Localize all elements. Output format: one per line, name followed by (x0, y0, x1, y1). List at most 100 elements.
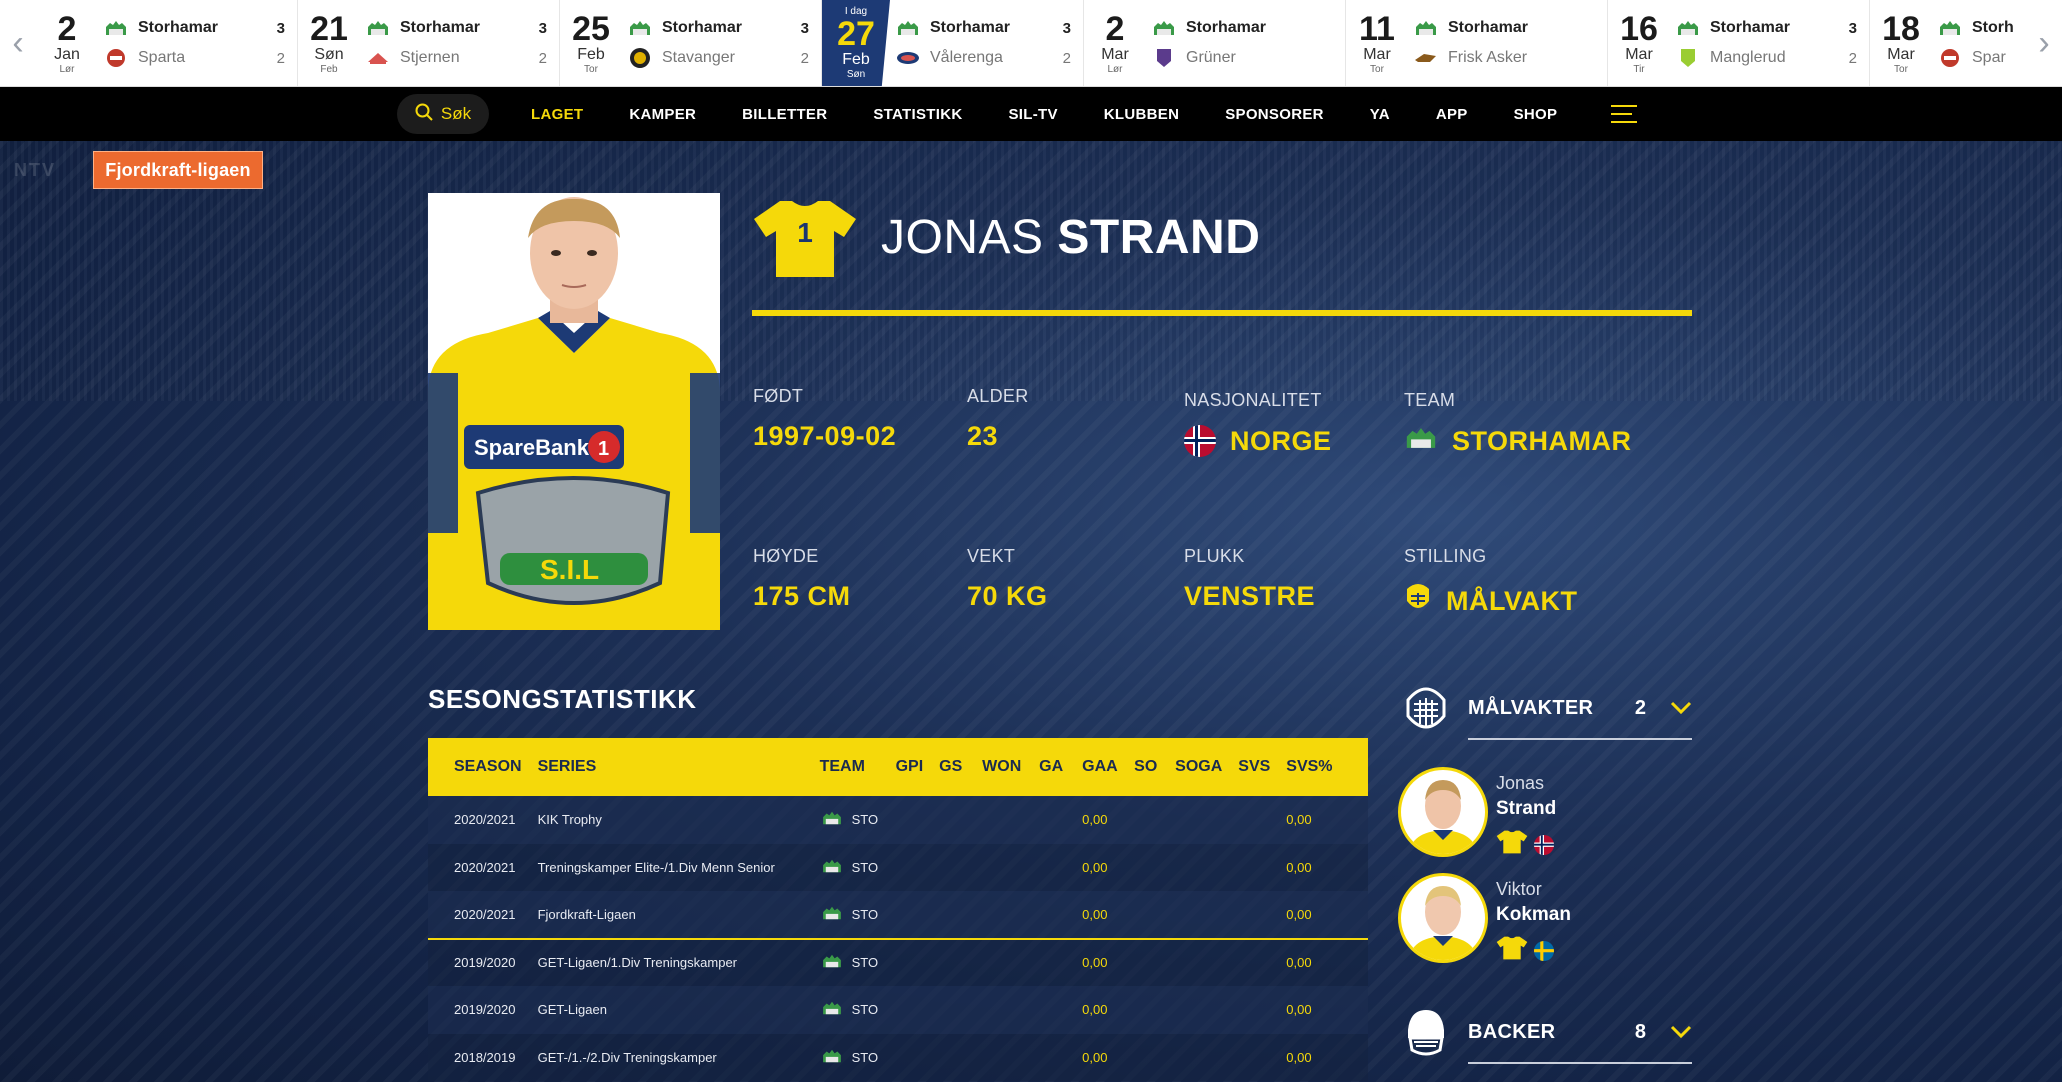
norway-flag-icon (1534, 834, 1554, 855)
goalie-helmet-icon (1404, 682, 1448, 734)
nav-item-kamper[interactable]: KAMPER (629, 106, 696, 123)
match-date: 2 Jan Lør (36, 0, 98, 86)
away-team: Stjernen (400, 49, 460, 66)
fact-catch: PLUKK VENSTRE (1184, 546, 1315, 612)
storhamar-logo-icon (1152, 18, 1176, 38)
section-title: SESONGSTATISTIKK (428, 684, 697, 714)
cell-gaa: 0,00 (1082, 955, 1108, 971)
jersey-number: 1 (797, 217, 813, 248)
column-header[interactable]: GA (1031, 738, 1074, 796)
fact-label: HØYDE (753, 546, 819, 566)
column-header[interactable]: SVS (1230, 738, 1278, 796)
column-header[interactable]: GAA (1074, 738, 1126, 796)
cell-svs-pct: 0,00 (1286, 1002, 1312, 1018)
fact-label: VEKT (967, 546, 1016, 566)
table-row: 2019/2020 GET-Ligaen STO 0,00 0,00 (428, 986, 1368, 1034)
roster-player-card[interactable]: Jonas Strand (1398, 767, 1556, 859)
cell-team: STO (851, 1002, 879, 1018)
jersey-number-icon: 1 (752, 199, 858, 279)
nav-item-shop[interactable]: SHOP (1514, 106, 1558, 123)
match-day: 16 (1620, 9, 1658, 48)
away-team: Sparta (138, 49, 186, 66)
chevron-down-icon[interactable] (1670, 701, 1692, 715)
storhamar-logo-icon (104, 18, 128, 38)
match-item[interactable]: 11 Mar Tor Storhamar Frisk Asker (1346, 0, 1608, 86)
chevron-right-icon[interactable]: › (2026, 0, 2062, 86)
column-header[interactable]: SOGA (1167, 738, 1230, 796)
broadcaster-watermark: NTV (14, 160, 56, 180)
league-badge[interactable]: Fjordkraft-ligaen (93, 151, 263, 189)
player-first-name: Jonas (1496, 773, 1545, 793)
column-header[interactable]: GPI (888, 738, 932, 796)
cell-gaa: 0,00 (1082, 812, 1108, 828)
match-weekday: Tor (584, 63, 598, 75)
roster-group-goalies[interactable]: MÅLVAKTER 2 (1404, 678, 1692, 740)
home-score: 3 (1062, 19, 1071, 37)
player-first-name: Viktor (1496, 879, 1542, 899)
match-strip: ‹ 2 Jan Lør Storhamar 3 Sparta 2 21 Søn Fe… (0, 0, 2062, 87)
player-last-name: Strand (1496, 798, 1557, 819)
away-team: Grüner (1186, 49, 1236, 66)
match-item[interactable]: 2 Mar Lør Storhamar Grüner (1084, 0, 1346, 86)
column-header[interactable]: GS (931, 738, 974, 796)
group-label: BACKER (1468, 1020, 1556, 1043)
hamburger-menu-icon[interactable] (1611, 105, 1638, 123)
cell-series: GET-Ligaen (537, 1002, 607, 1018)
match-item[interactable]: 21 Søn Feb Storhamar 3 Stjernen 2 (298, 0, 560, 86)
column-header[interactable]: SVS% (1278, 738, 1368, 796)
column-header[interactable]: TEAM (812, 738, 888, 796)
nav-item-app[interactable]: APP (1436, 106, 1468, 123)
fact-height: HØYDE 175 CM (753, 546, 851, 612)
column-header[interactable]: SO (1126, 738, 1167, 796)
match-item[interactable]: 2 Jan Lør Storhamar 3 Sparta 2 (36, 0, 298, 86)
column-header[interactable]: WON (974, 738, 1031, 796)
nav-item-sil-tv[interactable]: SIL-TV (1008, 106, 1057, 123)
nav-item-billetter[interactable]: BILLETTER (742, 106, 827, 123)
column-header[interactable]: SERIES (530, 738, 812, 796)
match-item[interactable]: 25 Feb Tor Storhamar 3 Stavanger 2 (560, 0, 822, 86)
home-team: Storhamar (662, 19, 743, 36)
table-header-row: SEASON SERIES TEAM GPI GS WON GA GAA SO … (428, 738, 1368, 796)
nav-item-laget[interactable]: LAGET (531, 106, 583, 123)
nav-item-klubben[interactable]: KLUBBEN (1104, 106, 1179, 123)
fact-label: PLUKK (1184, 546, 1245, 566)
match-item[interactable]: 18 Mar Tor Storh Spar (1870, 0, 2026, 86)
avatar (1398, 873, 1488, 963)
nav-item-statistikk[interactable]: STATISTIKK (873, 106, 962, 123)
search-icon (415, 103, 433, 126)
match-month: Mar (1887, 45, 1915, 63)
home-team: Storhamar (138, 19, 219, 36)
match-day: 25 (572, 9, 610, 48)
roster-group-backs[interactable]: BACKER 8 (1404, 1002, 1692, 1064)
nav-item-sponsorer[interactable]: SPONSORER (1225, 106, 1324, 123)
cell-season: 2020/2021 (454, 859, 516, 875)
search-button[interactable]: Søk (397, 94, 489, 134)
home-score: 3 (276, 19, 285, 37)
match-list: 2 Jan Lør Storhamar 3 Sparta 2 21 Søn Feb … (36, 0, 2026, 86)
home-score: 3 (800, 19, 809, 37)
cell-gaa: 0,00 (1074, 891, 1127, 940)
storhamar-logo-icon (366, 18, 390, 38)
away-score: 2 (1848, 49, 1857, 67)
group-count: 8 (1634, 1020, 1646, 1043)
fact-label: STILLING (1404, 546, 1487, 566)
chevron-left-icon[interactable]: ‹ (0, 0, 36, 86)
away-score: 2 (1062, 49, 1071, 67)
avatar (1398, 767, 1488, 857)
chevron-down-icon[interactable] (1670, 1025, 1692, 1039)
match-day: 2 (57, 9, 77, 48)
cell-season: 2020/2021 (428, 891, 530, 940)
svg-text:1: 1 (598, 438, 609, 460)
sparta-logo-icon (104, 48, 128, 68)
fact-value: 1997-09-02 (753, 421, 897, 451)
fact-value: 70 KG (967, 581, 1048, 611)
match-day: 11 (1359, 9, 1395, 48)
storhamar-logo-icon (628, 18, 652, 38)
roster-player-card[interactable]: Viktor Kokman (1398, 873, 1571, 965)
nav-item-ya[interactable]: YA (1370, 106, 1390, 123)
match-item[interactable]: 16 Mar Tir Storhamar 3 Manglerud 2 (1608, 0, 1870, 86)
storhamar-logo-icon (820, 1000, 844, 1019)
column-header[interactable]: SEASON (428, 738, 530, 796)
match-item-today[interactable]: I dag 27 Feb Søn Storhamar 3 Vålerenga 2 (822, 0, 1084, 86)
fact-value[interactable]: STORHAMAR (1452, 426, 1632, 457)
